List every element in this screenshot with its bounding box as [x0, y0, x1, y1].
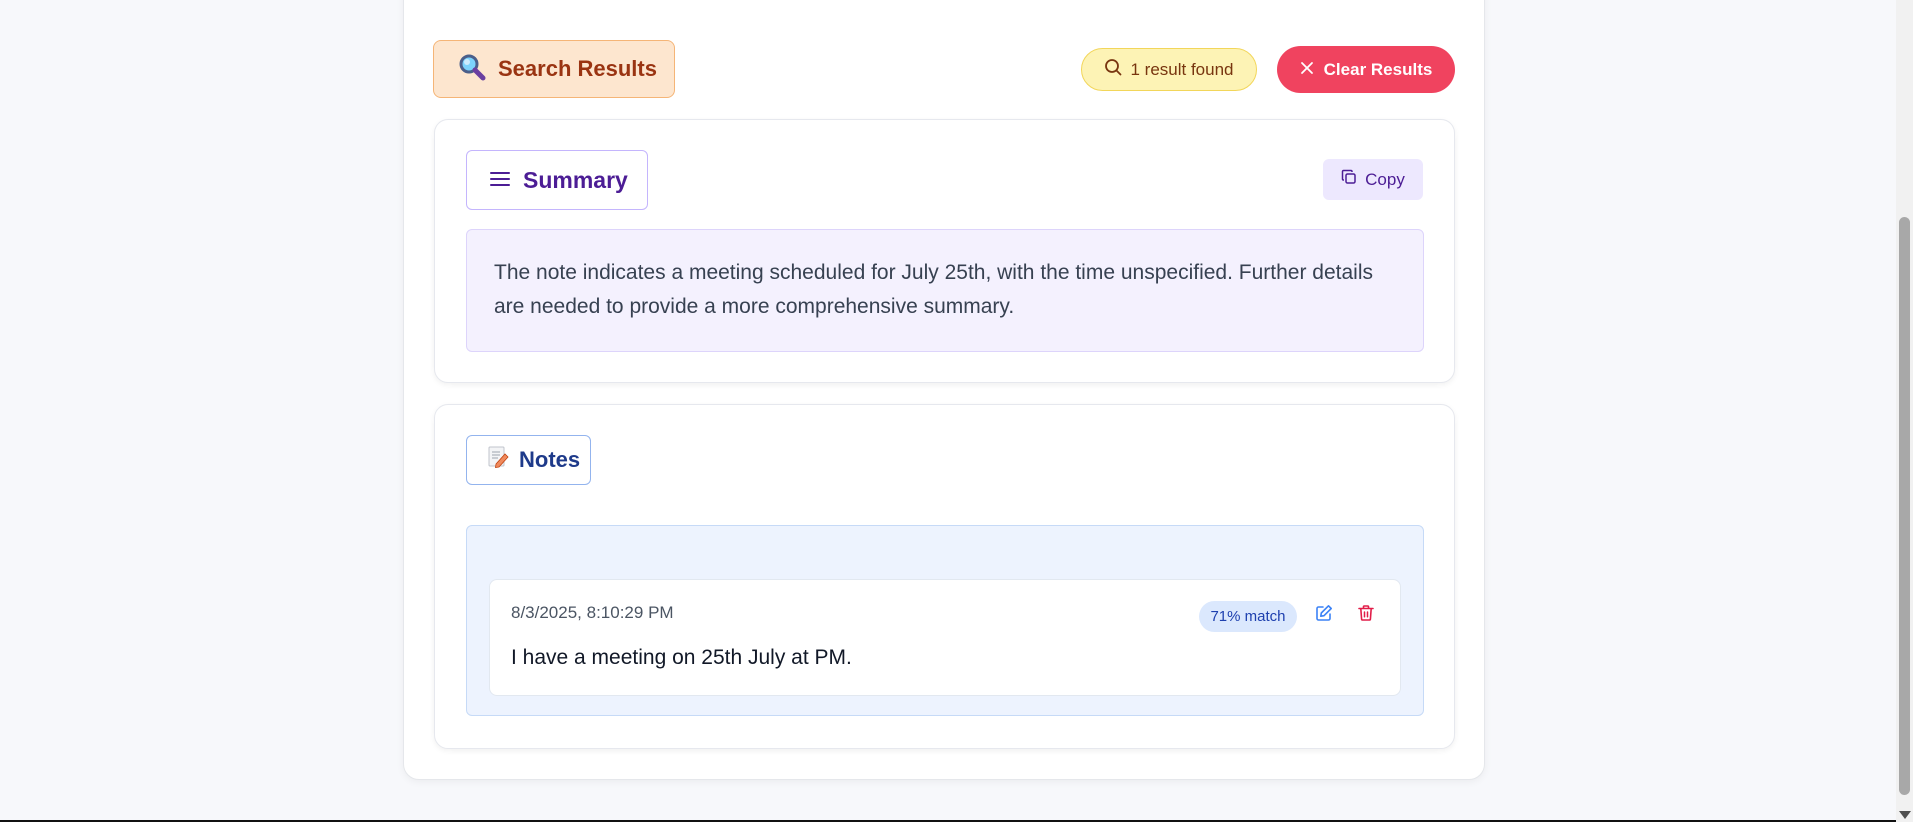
result-count-badge: 1 result found: [1081, 48, 1257, 91]
edit-icon: [1315, 604, 1333, 627]
note-content: I have a meeting on 25th July at PM.: [511, 646, 852, 669]
notes-tag: Notes: [466, 435, 591, 485]
summary-section: Summary Copy The note indicates a meetin…: [434, 119, 1455, 383]
scrollbar-thumb[interactable]: [1899, 217, 1910, 795]
scroll-down-arrow-icon[interactable]: [1899, 811, 1911, 819]
note-timestamp: 8/3/2025, 8:10:29 PM: [511, 603, 674, 622]
notes-title: Notes: [519, 447, 581, 472]
close-icon: [1300, 60, 1314, 80]
copy-label: Copy: [1365, 169, 1405, 189]
copy-icon: [1341, 169, 1357, 190]
note-item: 8/3/2025, 8:10:29 PM 71% match I have a …: [489, 579, 1401, 696]
search-icon: [1104, 58, 1122, 81]
memo-icon: [487, 445, 509, 475]
copy-button[interactable]: Copy: [1323, 159, 1423, 200]
result-count-text: 1 result found: [1130, 59, 1234, 79]
vertical-scrollbar[interactable]: [1896, 0, 1913, 822]
trash-icon: [1357, 604, 1375, 627]
clear-results-label: Clear Results: [1323, 59, 1433, 79]
notes-list: 8/3/2025, 8:10:29 PM 71% match I have a …: [466, 525, 1424, 716]
clear-results-button[interactable]: Clear Results: [1277, 46, 1455, 93]
search-results-title: Search Results: [498, 56, 657, 81]
magnifying-glass-icon: [458, 53, 486, 86]
summary-tag: Summary: [466, 150, 648, 210]
menu-lines-icon: [489, 167, 511, 194]
edit-note-button[interactable]: [1311, 602, 1337, 628]
search-results-header: Search Results: [433, 40, 675, 98]
summary-text: The note indicates a meeting scheduled f…: [466, 229, 1424, 352]
delete-note-button[interactable]: [1353, 602, 1379, 628]
notes-section: Notes 8/3/2025, 8:10:29 PM 71% match I h…: [434, 404, 1455, 749]
summary-title: Summary: [523, 166, 628, 193]
match-badge: 71% match: [1199, 601, 1297, 632]
